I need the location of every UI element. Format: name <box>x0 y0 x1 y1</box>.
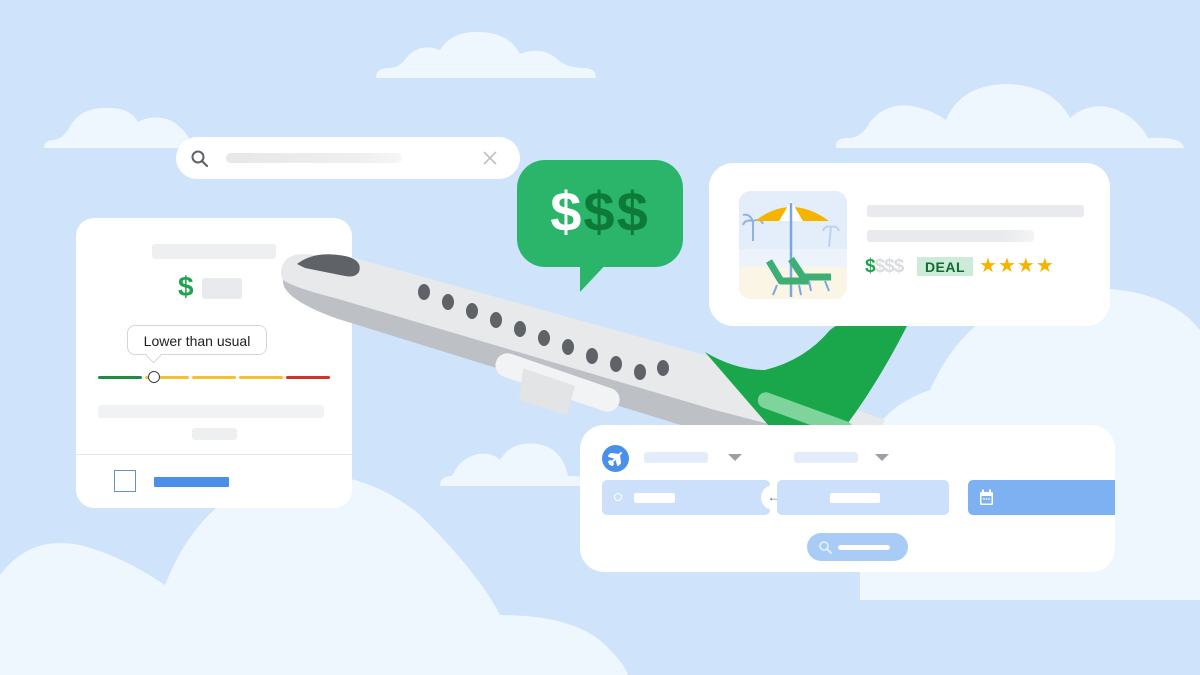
chevron-down-icon[interactable] <box>875 454 889 461</box>
origin-value-placeholder <box>634 493 675 503</box>
star-icon: ★ <box>1016 255 1036 277</box>
search-icon[interactable] <box>190 149 210 169</box>
star-icon: ★ <box>979 255 998 277</box>
link-placeholder <box>192 428 237 440</box>
hotel-image <box>739 191 847 299</box>
price-symbol-active: $ <box>865 256 876 277</box>
hotel-name-placeholder <box>867 205 1084 217</box>
circle-icon <box>614 493 622 501</box>
deal-badge-label: DEAL <box>924 259 966 275</box>
hotel-location-placeholder <box>867 230 1034 242</box>
trip-type-select[interactable] <box>644 452 708 463</box>
destination-value-placeholder <box>830 493 880 503</box>
price-tooltip: Lower than usual <box>127 325 267 364</box>
trip-type-button[interactable] <box>602 445 629 472</box>
search-button-label <box>838 545 890 550</box>
star-rating: ★★★★ <box>979 254 1055 278</box>
close-icon[interactable] <box>482 150 498 166</box>
hotel-deal-card[interactable]: $$$$ DEAL ★★★★ <box>709 163 1110 326</box>
dollar-sign: $ <box>616 180 650 243</box>
track-prices-label[interactable] <box>154 477 229 487</box>
passenger-select[interactable] <box>794 452 858 463</box>
deal-badge: DEAL <box>917 257 973 276</box>
search-flights-button[interactable] <box>807 533 908 561</box>
chevron-down-icon[interactable] <box>728 454 742 461</box>
date-input[interactable] <box>968 480 1115 515</box>
price-symbol-inactive: $ <box>884 256 895 277</box>
price-speech-bubble: $$$ <box>517 160 683 292</box>
dollar-sign: $ <box>583 180 617 243</box>
origin-input[interactable] <box>602 480 770 515</box>
price-symbol-inactive: $ <box>893 256 905 277</box>
price-symbol-inactive: $ <box>874 256 886 277</box>
tooltip-text: Lower than usual <box>143 333 251 349</box>
cloud-top-center <box>376 31 596 78</box>
price-level: $$$$ <box>865 255 905 279</box>
airplane-icon <box>608 452 622 466</box>
bubble-tail <box>580 260 610 292</box>
dollar-sign-highlighted: $ <box>550 180 584 243</box>
track-prices-checkbox[interactable] <box>114 470 136 492</box>
meter-segment-yellow <box>192 376 236 379</box>
price-dollar-icon: $ <box>178 271 194 302</box>
flight-search-card: ← <box>580 425 1115 572</box>
beach-umbrella-illustration <box>739 191 847 299</box>
meter-handle[interactable] <box>148 371 160 383</box>
meter-segment-green <box>98 376 142 379</box>
star-icon: ★ <box>997 255 1017 277</box>
price-placeholder <box>202 278 242 299</box>
title-placeholder <box>152 244 276 259</box>
star-icon: ★ <box>1035 255 1055 277</box>
destination-input[interactable] <box>777 480 949 515</box>
calendar-icon <box>980 489 993 505</box>
cloud-top-right <box>835 84 1184 148</box>
search-icon <box>819 541 832 554</box>
search-bar[interactable] <box>176 137 520 179</box>
search-input[interactable] <box>226 153 402 163</box>
